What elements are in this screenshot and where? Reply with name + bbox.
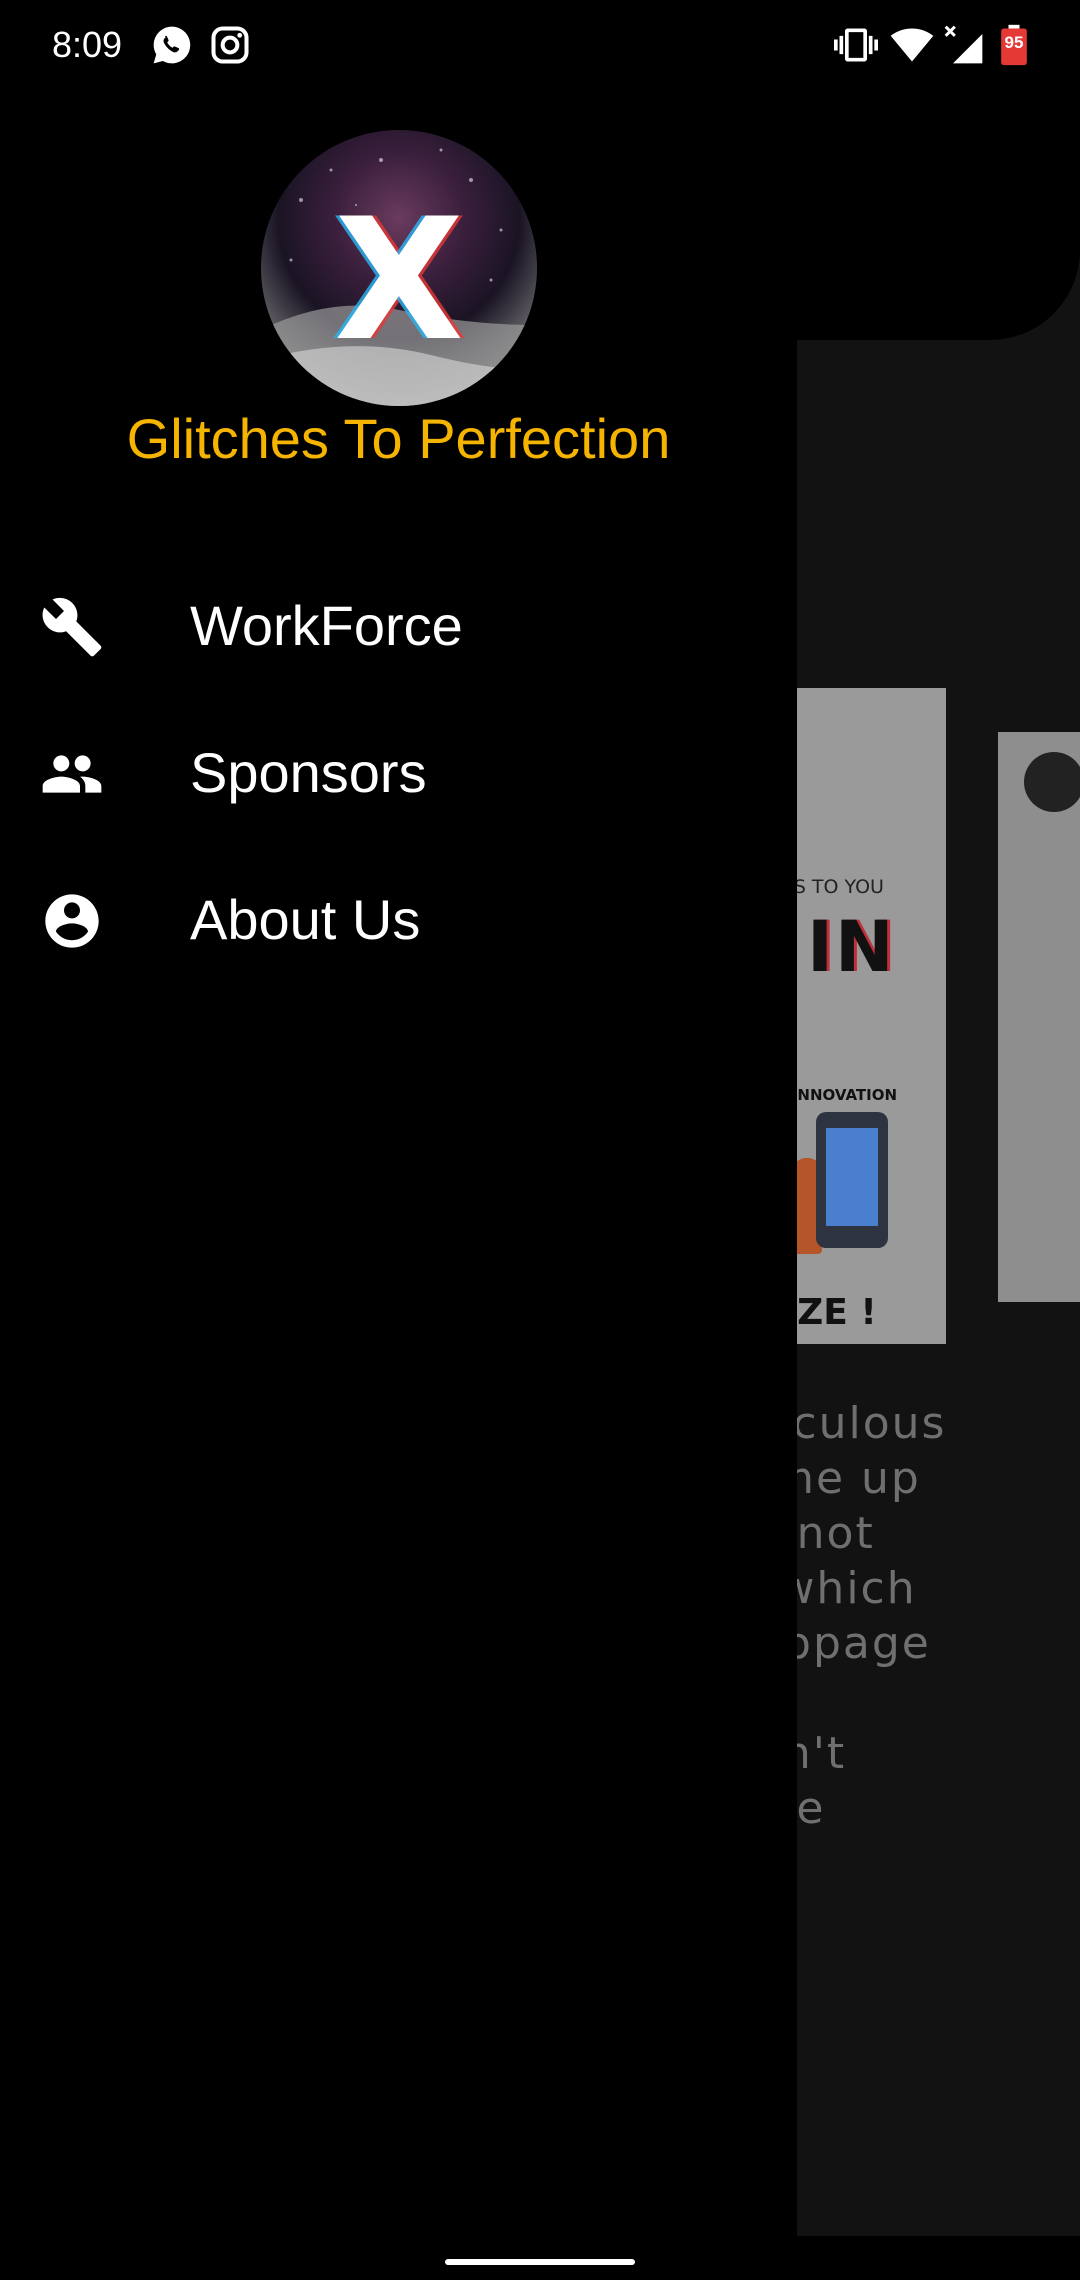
- wifi-icon: [890, 23, 934, 67]
- wrench-icon: [40, 595, 104, 659]
- menu-item-sponsors[interactable]: Sponsors: [0, 699, 797, 846]
- logo-icon: [1024, 752, 1080, 812]
- phone-screen-illustration: [826, 1128, 878, 1226]
- app-logo: X X X: [261, 130, 537, 406]
- battery-icon: 95: [998, 23, 1030, 67]
- menu-item-label: WorkForce: [190, 594, 463, 657]
- instagram-icon: [208, 23, 252, 67]
- clock: 8:09: [52, 24, 123, 65]
- people-icon: [40, 742, 104, 806]
- no-signal-icon: [942, 23, 986, 67]
- account-circle-icon: [40, 889, 104, 953]
- navigation-bar: [0, 2236, 1080, 2280]
- home-gesture-handle[interactable]: [445, 2259, 635, 2265]
- menu-item-about-us[interactable]: About Us: [0, 846, 797, 993]
- status-bar: 8:09 95: [0, 0, 1080, 90]
- event-card[interactable]: [998, 732, 1080, 1302]
- menu-item-label: Sponsors: [190, 741, 427, 804]
- menu-item-workforce[interactable]: WorkForce: [0, 552, 797, 699]
- battery-level-text: 95: [1004, 33, 1024, 52]
- svg-text:X: X: [334, 182, 464, 378]
- whatsapp-icon: [150, 23, 194, 67]
- drawer-menu: WorkForce Sponsors About Us: [0, 552, 797, 993]
- navigation-drawer: X X X Glitches To Perfection WorkForce S…: [0, 0, 797, 2236]
- menu-item-label: About Us: [190, 888, 421, 951]
- app-title: Glitches To Perfection: [126, 407, 671, 470]
- vibrate-icon: [834, 23, 878, 67]
